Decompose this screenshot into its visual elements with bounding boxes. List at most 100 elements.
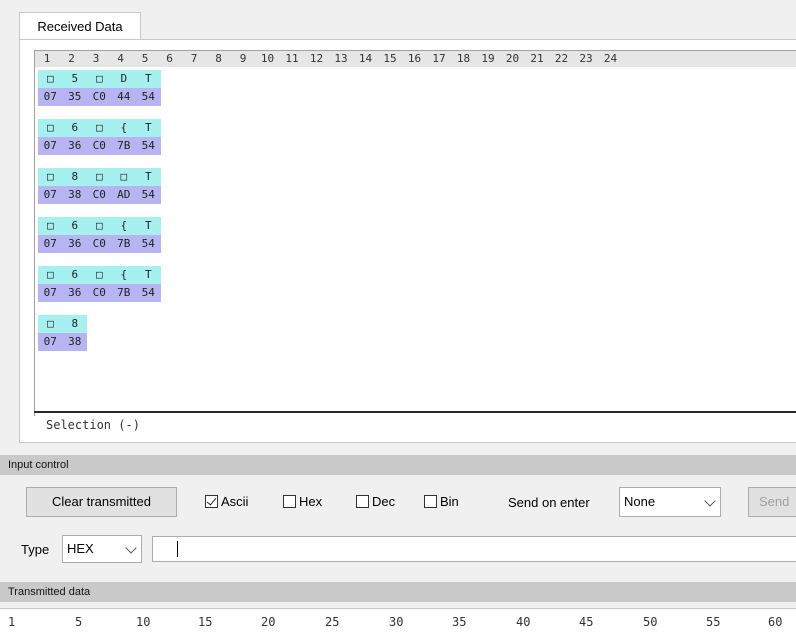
hex-cell[interactable]: AD [111, 186, 136, 204]
transmitted-data-header: Transmitted data [0, 582, 796, 602]
ascii-cell[interactable]: { [111, 217, 136, 235]
ascii-cell[interactable]: T [136, 217, 161, 235]
hex-cell[interactable]: C0 [87, 88, 112, 106]
hex-cell[interactable]: 44 [111, 88, 136, 106]
ruler-number: 55 [706, 615, 721, 629]
ascii-cell[interactable]: { [111, 119, 136, 137]
column-number: 3 [92, 52, 100, 65]
ascii-cell[interactable]: D [111, 70, 136, 88]
received-data-panel: 1 2 3 4 5 6 7 8 9 10 11 12 13 14 15 16 17 18 19 20 21 22 23 24 … [19, 39, 796, 443]
ascii-cell[interactable]: 5 [62, 70, 87, 88]
hex-checkbox-label: Hex [299, 494, 323, 509]
hex-cell[interactable]: 36 [62, 284, 87, 302]
column-number: 22 [554, 52, 569, 65]
hex-cell[interactable]: C0 [87, 186, 112, 204]
ascii-cell[interactable]: □ [38, 266, 63, 284]
dec-checkbox-box[interactable] [356, 495, 369, 508]
selection-divider[interactable] [34, 411, 796, 413]
ascii-cell[interactable]: □ [38, 70, 63, 88]
ascii-cell[interactable]: □ [87, 217, 112, 235]
type-select[interactable]: HEX [62, 535, 142, 563]
ascii-cell[interactable]: □ [111, 168, 136, 186]
received-data-grid[interactable]: 1 2 3 4 5 6 7 8 9 10 11 12 13 14 15 16 17 18 19 20 21 22 23 24 … [34, 50, 796, 416]
hex-cell[interactable]: 54 [136, 284, 161, 302]
ascii-cell[interactable]: 6 [62, 266, 87, 284]
ascii-cell[interactable]: □ [87, 70, 112, 88]
column-number: 13 [334, 52, 348, 65]
hex-cell[interactable]: C0 [87, 284, 112, 302]
tab-received-data[interactable]: Received Data [19, 12, 141, 40]
hex-cell[interactable]: 7B [111, 235, 136, 253]
transmit-input[interactable] [152, 536, 796, 562]
ascii-cell[interactable]: T [136, 119, 161, 137]
ascii-checkbox-box[interactable] [205, 495, 218, 508]
ascii-cell[interactable]: □ [38, 119, 63, 137]
ascii-cell[interactable]: { [111, 266, 136, 284]
send-button[interactable]: Send [748, 487, 796, 517]
hex-cell[interactable]: 54 [136, 88, 161, 106]
ruler-number: 40 [516, 615, 531, 629]
hex-cell[interactable]: 7B [111, 284, 136, 302]
hex-cell[interactable]: C0 [87, 137, 112, 155]
clear-transmitted-button[interactable]: Clear transmitted [26, 487, 177, 517]
column-number: 7 [190, 52, 198, 65]
bin-checkbox-box[interactable] [424, 495, 437, 508]
send-on-enter-select[interactable]: None [619, 487, 721, 517]
ascii-cell[interactable]: 8 [62, 168, 87, 186]
hex-cell[interactable]: 07 [38, 284, 63, 302]
hex-cell[interactable]: 07 [38, 137, 63, 155]
hex-cell[interactable]: 36 [62, 137, 87, 155]
ascii-cell[interactable]: □ [87, 119, 112, 137]
ascii-cell[interactable]: □ [87, 266, 112, 284]
hex-cell[interactable]: 07 [38, 186, 63, 204]
ascii-checkbox[interactable]: Ascii [205, 493, 248, 511]
ruler-number: 60 [768, 615, 783, 629]
type-value: HEX [67, 541, 94, 556]
hex-cell[interactable]: 54 [136, 186, 161, 204]
column-number: 5 [141, 52, 149, 65]
bin-checkbox[interactable]: Bin [424, 493, 459, 511]
column-number: 24 [603, 52, 618, 65]
ascii-cell[interactable]: □ [87, 168, 112, 186]
dec-checkbox[interactable]: Dec [356, 493, 395, 511]
column-number: 18 [456, 52, 471, 65]
hex-checkbox-box[interactable] [283, 495, 296, 508]
transmitted-ruler: 1 5 10 15 20 25 30 35 40 45 50 55 60 [0, 608, 796, 637]
ascii-cell[interactable]: T [136, 266, 161, 284]
hex-cell[interactable]: 07 [38, 235, 63, 253]
column-number: 6 [166, 52, 173, 65]
received-data-area: Received Data 1 2 3 4 5 6 7 8 9 10 11 12 13 14 15 16 17 1… [0, 0, 796, 453]
hex-cell[interactable]: 54 [136, 137, 161, 155]
hex-cell[interactable]: 07 [38, 333, 63, 351]
column-number: 2 [68, 52, 75, 65]
send-on-enter-value: None [624, 494, 656, 509]
column-number: 16 [407, 52, 422, 65]
ruler-number: 20 [261, 615, 276, 629]
send-on-enter-label: Send on enter [508, 495, 590, 510]
hex-cell[interactable]: 35 [62, 88, 87, 106]
ascii-cell[interactable]: 6 [62, 119, 87, 137]
hex-cell[interactable]: 38 [62, 333, 87, 351]
ascii-cell[interactable]: T [136, 168, 161, 186]
ascii-cell[interactable]: 6 [62, 217, 87, 235]
hex-cell[interactable]: 7B [111, 137, 136, 155]
bin-checkbox-label: Bin [440, 494, 459, 509]
ruler-number: 35 [452, 615, 467, 629]
column-number: 9 [239, 52, 247, 65]
hex-cell[interactable]: 54 [136, 235, 161, 253]
hex-checkbox[interactable]: Hex [283, 493, 322, 511]
hex-cell[interactable]: C0 [87, 235, 112, 253]
ascii-cell[interactable]: T [136, 70, 161, 88]
ascii-cell[interactable]: □ [38, 315, 63, 333]
hex-cell[interactable]: 36 [62, 235, 87, 253]
input-control-panel: Clear transmitted Ascii Hex Dec Bin Send… [0, 475, 796, 580]
ruler-number: 45 [579, 615, 594, 629]
hex-cell[interactable]: 07 [38, 88, 63, 106]
ascii-cell[interactable]: □ [38, 168, 63, 186]
chevron-down-icon [704, 495, 716, 507]
column-number: 15 [383, 52, 397, 65]
ascii-cell[interactable]: □ [38, 217, 63, 235]
ruler-number: 5 [75, 615, 83, 629]
hex-cell[interactable]: 38 [62, 186, 87, 204]
ascii-cell[interactable]: 8 [62, 315, 87, 333]
